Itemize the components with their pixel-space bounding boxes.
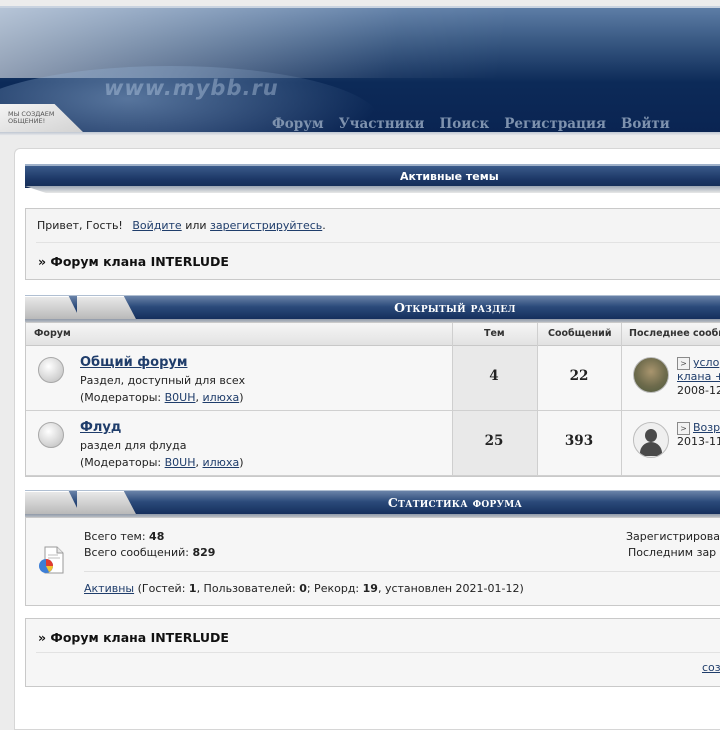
main-nav: Форум Участники Поиск Регистрация Войти	[272, 116, 685, 132]
last-post-link[interactable]: Возр	[693, 421, 720, 434]
header-shine	[0, 6, 720, 78]
forums-table: Форум Тем Сообщений Последнее сообщ Общи…	[25, 322, 720, 477]
breadcrumb-footer[interactable]: » Форум клана INTERLUDE	[38, 630, 229, 645]
online-link[interactable]: Активны	[84, 582, 134, 595]
stats-chart-icon	[39, 546, 64, 574]
online-record: 19	[362, 582, 378, 595]
last-post: > Возр 2013-11	[677, 421, 720, 449]
stats-panel: Всего тем: 48 Всего сообщений: 829 Зарег…	[25, 517, 720, 606]
column-posts: Сообщений	[548, 328, 612, 339]
register-link[interactable]: зарегистрируйтесь	[210, 219, 322, 232]
stats-title: Статистика форума	[387, 495, 523, 510]
topic-count: 4	[489, 368, 499, 384]
goto-icon[interactable]: >	[677, 421, 690, 435]
column-last-post: Последнее сообщ	[629, 328, 720, 339]
greeting-panel: Привет, Гость! Войдите или зарегистрируй…	[25, 208, 720, 280]
category-header: Открытый раздел	[25, 295, 720, 321]
column-divider	[537, 323, 538, 475]
avatar[interactable]	[633, 422, 669, 458]
topic-count: 25	[484, 433, 504, 449]
active-topics-label[interactable]: Активные темы	[400, 170, 499, 183]
avatar-body	[640, 442, 662, 456]
greeting-text: Привет, Гость!	[37, 219, 123, 232]
nav-members[interactable]: Участники	[339, 116, 425, 132]
slogan-text: мы создаем общение!	[8, 110, 55, 125]
greeting-or: или	[185, 219, 207, 232]
column-divider	[452, 323, 453, 475]
mods-comma: ,	[195, 391, 203, 404]
online-users-label: , Пользователей:	[196, 582, 300, 595]
greeting-line: Привет, Гость! Войдите или зарегистрируй…	[37, 219, 326, 232]
mods-comma: ,	[195, 456, 203, 469]
nav-forum[interactable]: Форум	[272, 116, 324, 132]
breadcrumb[interactable]: » Форум клана INTERLUDE	[38, 254, 229, 269]
last-post-date: 2013-11	[677, 435, 720, 448]
stats-registered: Зарегистрирова	[626, 530, 720, 543]
active-topics-bar-shadow	[25, 186, 720, 193]
footer-link[interactable]: соз	[702, 661, 720, 674]
mods-suffix: )	[239, 391, 244, 404]
online-guests: 1	[188, 582, 197, 595]
table-row: Флуд раздел для флуда (Модераторы: B0UH,…	[26, 411, 720, 476]
stats-header: Статистика форума	[25, 490, 720, 516]
mods-suffix: )	[239, 456, 244, 469]
online-guests-label: (Гостей:	[134, 582, 189, 595]
category-title: Открытый раздел	[394, 300, 516, 315]
table-header: Форум Тем Сообщений Последнее сообщ	[26, 323, 720, 346]
stats-topics-value: 48	[149, 530, 165, 543]
greeting-divider	[36, 242, 720, 243]
forum-status-icon	[38, 357, 64, 383]
stats-divider	[84, 571, 720, 572]
forum-status-icon	[38, 422, 64, 448]
forum-link[interactable]: Общий форум	[80, 355, 187, 370]
online-users: 0	[299, 582, 307, 595]
last-post-date: 2008-12	[677, 384, 720, 397]
avatar[interactable]	[633, 357, 669, 393]
header-divider	[0, 132, 720, 136]
stats-last-registered: Последним зар	[628, 546, 717, 559]
forum-description: раздел для флуда	[80, 439, 187, 452]
moderator-link[interactable]: B0UH	[165, 456, 196, 469]
forum-link[interactable]: Флуд	[80, 420, 121, 435]
stats-posts-label: Всего сообщений:	[84, 546, 193, 559]
greeting-dot: .	[322, 219, 326, 232]
active-topics-bar[interactable]: Активные темы	[25, 164, 720, 188]
moderator-link[interactable]: илюха	[203, 456, 240, 469]
site-header: www.mybb.ru мы создаем общение! Форум Уч…	[0, 6, 720, 134]
column-topics: Тем	[484, 328, 505, 339]
moderator-link[interactable]: илюха	[203, 391, 240, 404]
last-post-link[interactable]: усло	[693, 356, 719, 369]
goto-icon[interactable]: >	[677, 356, 690, 370]
forum-moderators: (Модераторы: B0UH, илюха)	[80, 391, 244, 404]
last-post-link-cont[interactable]: клана +	[677, 370, 720, 383]
stats-posts-value: 829	[192, 546, 216, 559]
site-logo[interactable]: www.mybb.ru	[104, 76, 279, 100]
column-forum: Форум	[34, 328, 71, 339]
nav-search[interactable]: Поиск	[439, 116, 489, 132]
avatar-head	[645, 429, 657, 442]
column-divider	[621, 323, 622, 475]
online-record-label: ; Рекорд:	[306, 582, 363, 595]
last-post: > усло клана + 2008-12	[677, 356, 720, 398]
nav-login[interactable]: Войти	[621, 116, 670, 132]
mods-prefix: (Модераторы:	[80, 391, 165, 404]
mods-prefix: (Модераторы:	[80, 456, 165, 469]
post-count: 393	[564, 433, 594, 449]
forum-description: Раздел, доступный для всех	[80, 374, 246, 387]
online-stats: Активны (Гостей: 1, Пользователей: 0; Ре…	[84, 582, 524, 595]
nav-register[interactable]: Регистрация	[504, 116, 606, 132]
login-link[interactable]: Войдите	[132, 219, 181, 232]
stats-topics-label: Всего тем:	[84, 530, 150, 543]
footer-panel: » Форум клана INTERLUDE соз	[25, 618, 720, 687]
table-row: Общий форум Раздел, доступный для всех (…	[26, 346, 720, 411]
moderator-link[interactable]: B0UH	[165, 391, 196, 404]
post-count: 22	[569, 368, 589, 384]
footer-divider	[36, 652, 720, 653]
stats-total-posts: Всего сообщений: 829	[84, 546, 215, 559]
forum-moderators: (Модераторы: B0UH, илюха)	[80, 456, 244, 469]
online-record-date: , установлен 2021-01-12)	[377, 582, 524, 595]
stats-total-topics: Всего тем: 48	[84, 530, 164, 543]
